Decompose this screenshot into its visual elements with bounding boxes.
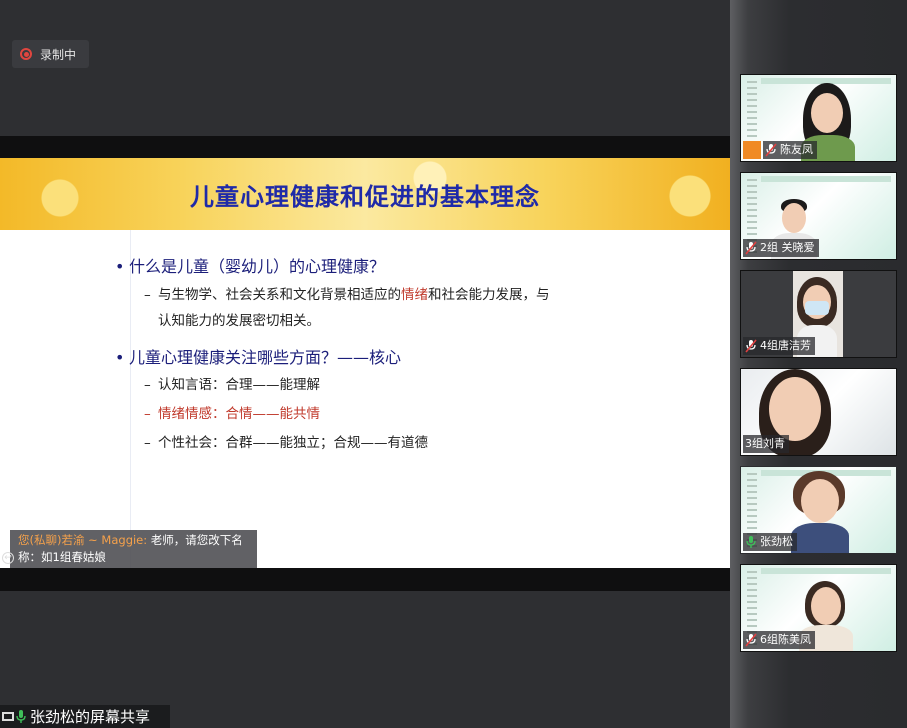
slide-sub-bullet: – 与生物学、社会关系和文化背景相适应的情绪和社会能力发展，与 认知能力的发展密切… [144, 287, 550, 329]
mic-active-icon [745, 535, 757, 549]
chat-reply-icon[interactable]: ↩ [2, 552, 14, 564]
participant-name-tag: 6组陈美凤 [743, 631, 815, 649]
screen-share-icon [2, 712, 14, 721]
mic-muted-icon [765, 143, 777, 157]
participant-video [782, 203, 806, 233]
slide-sub-bullet: – 认知言语：合理——能理解 [144, 377, 320, 393]
slide-bullet-2: • 儿童心理健康关注哪些方面？——核心 [115, 348, 402, 367]
participant-name-tag: 2组 关晓爱 [743, 239, 819, 257]
participant-video [811, 587, 841, 625]
record-icon [20, 48, 32, 60]
participant-tile-active[interactable]: 张劲松 [740, 466, 897, 554]
participant-tile[interactable]: 3组刘青 [740, 368, 897, 456]
participant-video [769, 377, 821, 441]
face-mask [805, 301, 829, 315]
chat-message: 老师，请您改下名 [147, 533, 243, 547]
presentation-slide: 儿童心理健康和促进的基本理念 • 什么是儿童（婴幼儿）的心理健康？ – 与生物学、社… [0, 158, 730, 568]
recording-indicator[interactable]: 录制中 [12, 40, 89, 68]
participant-video [811, 93, 843, 133]
avatar-icon [743, 141, 761, 159]
participant-tile[interactable]: 2组 关晓爱 [740, 172, 897, 260]
screen-share-owner: 张劲松的屏幕共享 [30, 708, 151, 726]
slide-divider [130, 230, 131, 568]
participant-tile[interactable]: 6组陈美凤 [740, 564, 897, 652]
chat-sender: 您(私聊)若渝 ~ Maggie: [18, 533, 148, 547]
participant-name-tag: 4组唐洁芳 [743, 337, 815, 355]
slide-sub-bullet: – 情绪情感：合情——能共情 [144, 406, 320, 422]
mic-muted-icon [745, 633, 757, 647]
chat-message-line2: 称：如1组春姑娘 [18, 550, 106, 564]
chat-popup[interactable]: 您(私聊)若渝 ~ Maggie: 老师，请您改下名 称：如1组春姑娘 [10, 530, 257, 568]
shared-screen: 儿童心理健康和促进的基本理念 • 什么是儿童（婴幼儿）的心理健康？ – 与生物学、社… [0, 136, 730, 591]
slide-title: 儿童心理健康和促进的基本理念 [190, 181, 540, 211]
participant-name-tag: 张劲松 [743, 533, 797, 551]
mic-icon [16, 709, 26, 724]
participant-name-tag: 3组刘青 [743, 435, 789, 453]
mic-muted-icon [745, 339, 757, 353]
mic-muted-icon [745, 241, 757, 255]
participant-tile[interactable]: 4组唐洁芳 [740, 270, 897, 358]
participant-tile[interactable]: 陈友凤 [740, 74, 897, 162]
participant-name-tag: 陈友凤 [763, 141, 817, 159]
main-video-area: 录制中 儿童心理健康和促进的基本理念 • 什么是儿童（婴幼儿）的心理健康？ – 与生… [0, 0, 730, 728]
recording-label: 录制中 [40, 47, 77, 62]
slide-sub-bullet: – 个性社会：合群——能独立；合规——有道德 [144, 435, 428, 451]
participant-video [801, 479, 839, 523]
slide-bullet-1: • 什么是儿童（婴幼儿）的心理健康？ [115, 257, 386, 276]
screen-share-label-bar: 张劲松的屏幕共享 [0, 705, 170, 728]
